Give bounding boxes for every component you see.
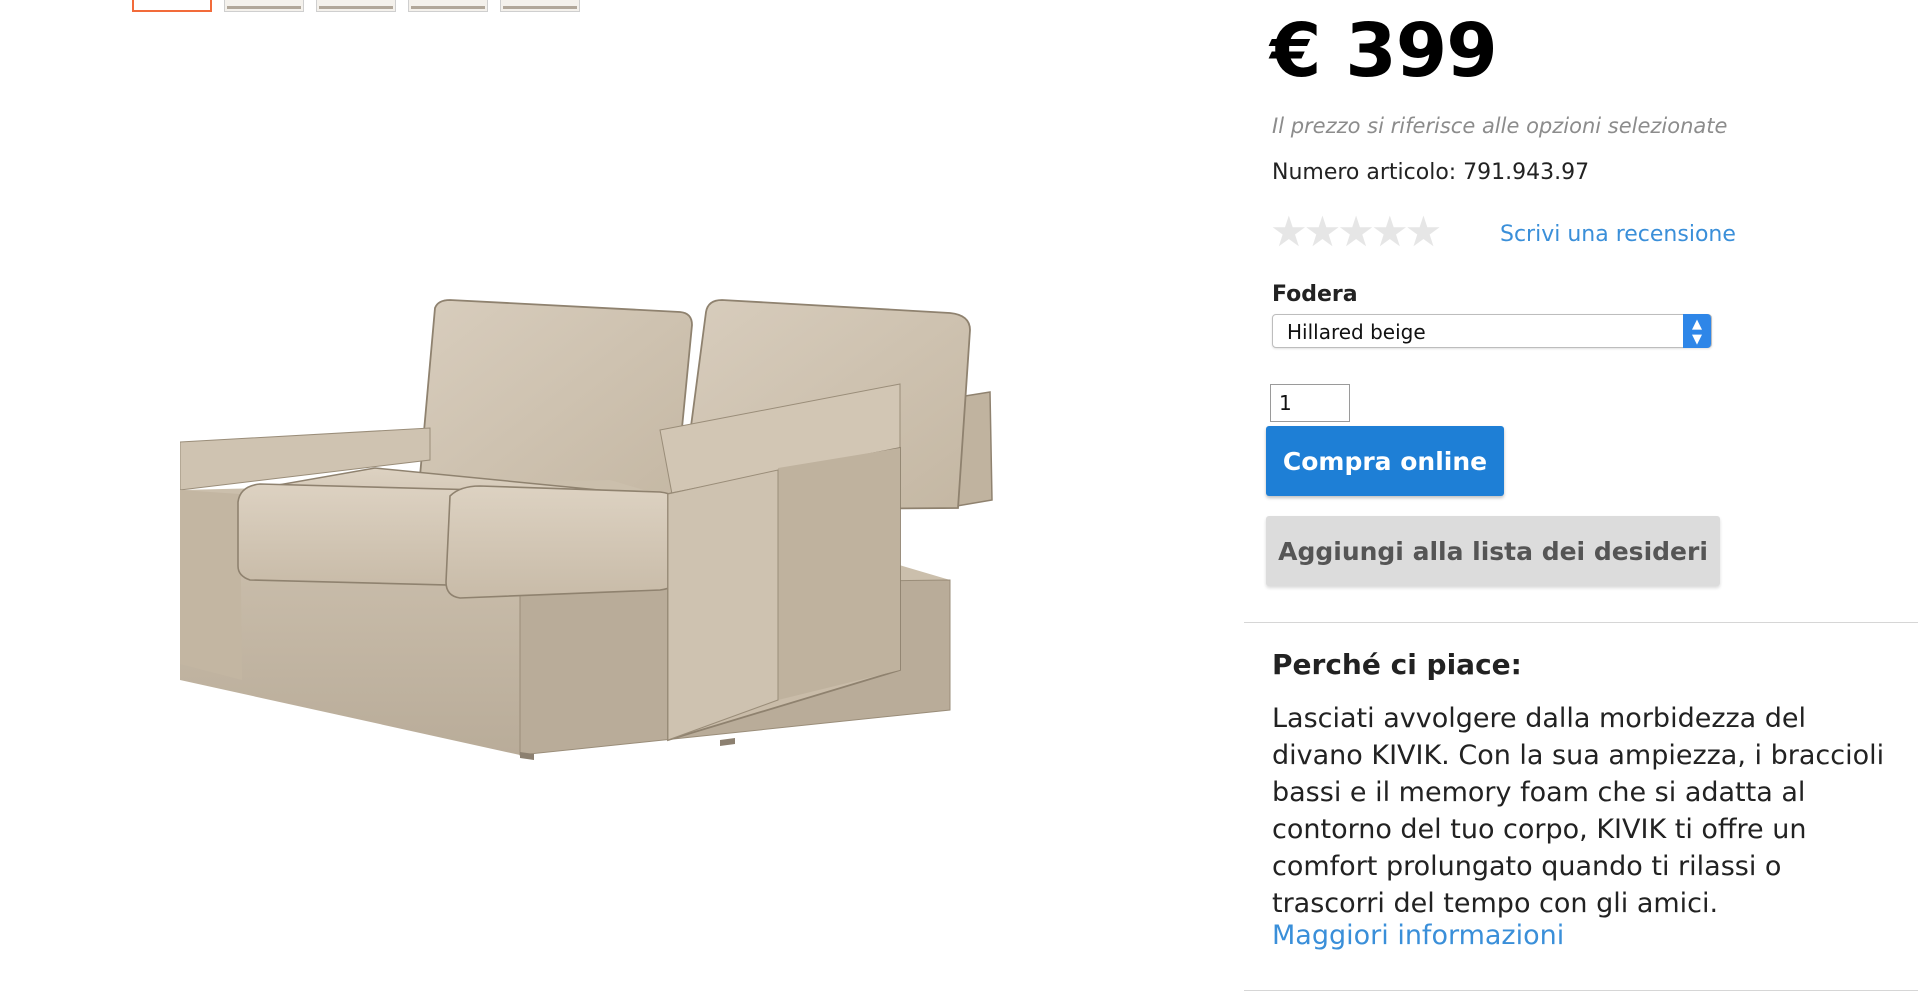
why-we-like-text: Lasciati avvolgere dalla morbidezza del … — [1272, 703, 1885, 919]
thumbnail-3[interactable] — [316, 0, 396, 12]
price-note: Il prezzo si riferisce alle opzioni sele… — [1272, 114, 1728, 138]
rating-stars-icon[interactable]: ★★★★★ — [1270, 210, 1442, 254]
cover-select[interactable]: Hillared beige ▲ ▼ — [1272, 314, 1712, 348]
quantity-input[interactable] — [1270, 384, 1350, 422]
product-price: € 399 — [1270, 8, 1498, 94]
thumbnail-5[interactable] — [500, 0, 580, 12]
cover-label: Fodera — [1272, 282, 1358, 307]
more-info-link[interactable]: Maggiori informazioni — [1272, 920, 1564, 951]
buy-online-button[interactable]: Compra online — [1266, 426, 1504, 496]
why-we-like-title: Perché ci piace: — [1272, 648, 1522, 681]
divider-bottom — [1244, 990, 1918, 991]
cover-select-value: Hillared beige — [1287, 320, 1426, 344]
article-number: Numero articolo: 791.943.97 — [1272, 160, 1590, 185]
thumbnail-4[interactable] — [408, 0, 488, 12]
thumbnail-2[interactable] — [224, 0, 304, 12]
select-arrows-icon: ▲ ▼ — [1683, 314, 1711, 348]
sofa-product-image — [180, 299, 993, 760]
write-review-link[interactable]: Scrivi una recensione — [1500, 222, 1736, 247]
add-to-wishlist-button[interactable]: Aggiungi alla lista dei desideri — [1266, 516, 1720, 586]
thumbnail-1[interactable] — [132, 0, 212, 12]
divider — [1244, 622, 1918, 623]
